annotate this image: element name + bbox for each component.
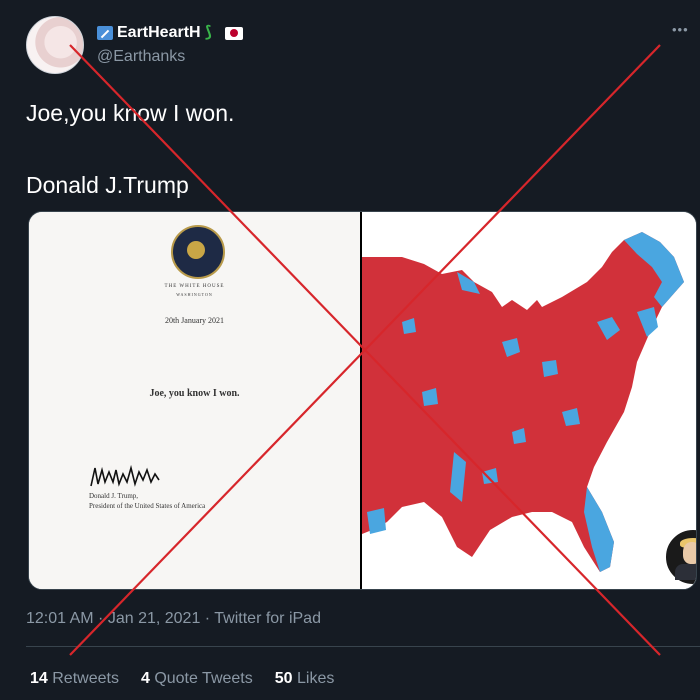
likes-label: Likes xyxy=(297,670,335,687)
retweets-label: Retweets xyxy=(52,670,119,687)
election-map-image[interactable] xyxy=(362,212,696,589)
author-name-row[interactable]: EartHeartH ⟆ xyxy=(97,24,243,42)
avatar[interactable] xyxy=(26,16,84,74)
display-name[interactable]: EartHeartH xyxy=(117,24,201,42)
letter-subheader: WASHINGTON xyxy=(176,292,213,297)
retweets-count: 14 xyxy=(30,670,48,687)
likes-stat[interactable]: 50 Likes xyxy=(275,670,335,688)
us-map-graphic xyxy=(362,232,684,572)
letter-signer-title: President of the United States of Americ… xyxy=(89,502,206,510)
quotes-label: Quote Tweets xyxy=(154,670,253,687)
quote-tweets-stat[interactable]: 4 Quote Tweets xyxy=(141,670,253,688)
ruler-emoji-icon xyxy=(97,26,113,40)
letter-date: 20th January 2021 xyxy=(164,316,225,325)
tweet-timestamp[interactable]: 12:01 AM · Jan 21, 2021 · Twitter for iP… xyxy=(26,610,321,628)
tweet-text-line-1: Joe,you know I won. xyxy=(26,100,235,126)
media-grid[interactable]: THE WHITE HOUSE WASHINGTON 20th January … xyxy=(28,211,697,590)
likes-count: 50 xyxy=(274,670,293,687)
presidential-seal-icon xyxy=(171,225,225,279)
tweet-text-line-2: Donald J.Trump xyxy=(26,172,189,198)
japan-flag-icon xyxy=(224,26,243,40)
dragon-emoji-icon: ⟆ xyxy=(204,24,212,41)
more-dots-icon[interactable]: ••• xyxy=(672,22,689,37)
letter-body: Joe, you know I won. xyxy=(149,388,240,399)
tweet-card: EartHeartH ⟆ @Earthanks ••• Joe,you know… xyxy=(0,0,700,700)
letter-signer-name: Donald J. Trump, xyxy=(89,492,139,500)
signature xyxy=(90,464,160,487)
retweets-stat[interactable]: 14 Retweets xyxy=(30,670,119,688)
user-handle[interactable]: @Earthanks xyxy=(97,48,185,66)
quotes-count: 4 xyxy=(140,670,150,687)
letter-image[interactable]: THE WHITE HOUSE WASHINGTON 20th January … xyxy=(29,212,360,589)
letter-header: THE WHITE HOUSE xyxy=(164,284,225,289)
divider-line xyxy=(26,646,700,647)
engagement-stats: 14 Retweets 4 Quote Tweets 50 Likes xyxy=(30,670,334,688)
